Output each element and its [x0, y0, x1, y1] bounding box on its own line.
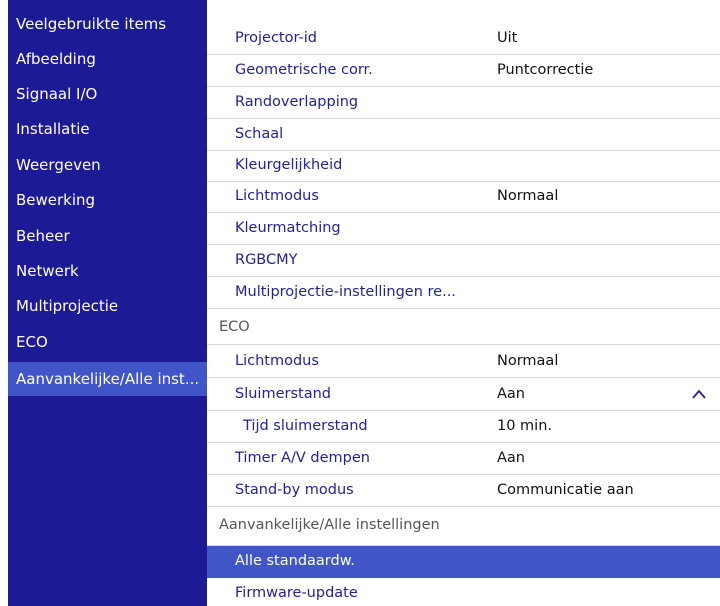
settings-panel: Projector-id Uit Geometrische corr. Punt…: [207, 0, 720, 606]
setting-value: Communicatie aan: [497, 482, 634, 498]
setting-row-tijd-sluimerstand[interactable]: Tijd sluimerstand 10 min.: [207, 411, 720, 443]
setting-value: Uit: [497, 30, 518, 46]
sidebar-item-signaal-io[interactable]: Signaal I/O: [8, 77, 207, 111]
setting-label: Kleurgelijkheid: [235, 157, 343, 173]
setting-value: Aan: [497, 386, 525, 402]
section-header-eco: ECO: [207, 309, 720, 345]
setting-row-projector-id[interactable]: Projector-id Uit: [207, 23, 720, 55]
setting-value: 10 min.: [497, 418, 553, 434]
section-label: ECO: [219, 319, 250, 335]
setting-row-rgbcmy[interactable]: RGBCMY: [207, 245, 720, 277]
setting-value: Normaal: [497, 353, 559, 369]
setting-label: Randoverlapping: [235, 94, 359, 110]
setting-label: Lichtmodus: [235, 353, 319, 369]
setting-row-geometrische-corr[interactable]: Geometrische corr. Puntcorrectie: [207, 55, 720, 87]
sidebar-item-eco[interactable]: ECO: [8, 325, 207, 359]
sidebar: Veelgebruikte items Afbeelding Signaal I…: [8, 0, 207, 606]
sidebar-item-multiprojectie[interactable]: Multiprojectie: [8, 289, 207, 323]
setting-label: Schaal: [235, 126, 284, 142]
setting-label: Sluimerstand: [235, 386, 331, 402]
sidebar-item-weergeven[interactable]: Weergeven: [8, 148, 207, 182]
sidebar-item-installatie[interactable]: Installatie: [8, 112, 207, 146]
setting-row-randoverlapping[interactable]: Randoverlapping: [207, 87, 720, 119]
setting-row-stand-by-modus[interactable]: Stand-by modus Communicatie aan: [207, 475, 720, 507]
sidebar-item-afbeelding[interactable]: Afbeelding: [8, 42, 207, 76]
sidebar-item-aanvankelijke-alle-inst[interactable]: Aanvankelijke/Alle inst...: [8, 362, 207, 396]
setting-label: Firmware-update: [235, 585, 358, 601]
chevron-up-icon[interactable]: [692, 388, 706, 400]
setting-row-eco-lichtmodus[interactable]: Lichtmodus Normaal: [207, 346, 720, 378]
setting-label: Geometrische corr.: [235, 62, 373, 78]
setting-row-alle-standaardw[interactable]: Alle standaardw.: [207, 546, 720, 578]
setting-label: Kleurmatching: [235, 220, 341, 236]
setting-label: RGBCMY: [235, 252, 298, 268]
setting-label: Alle standaardw.: [235, 553, 355, 569]
setting-value: Aan: [497, 450, 525, 466]
setting-row-kleurmatching[interactable]: Kleurmatching: [207, 213, 720, 245]
setting-value: Normaal: [497, 188, 559, 204]
section-label: Aanvankelijke/Alle instellingen: [219, 517, 440, 533]
sidebar-item-netwerk[interactable]: Netwerk: [8, 254, 207, 288]
setting-row-sluimerstand[interactable]: Sluimerstand Aan: [207, 379, 720, 411]
setting-label: Lichtmodus: [235, 188, 319, 204]
setting-label: Tijd sluimerstand: [243, 418, 368, 434]
setting-label: Timer A/V dempen: [235, 450, 370, 466]
setting-row-lichtmodus[interactable]: Lichtmodus Normaal: [207, 181, 720, 213]
setting-label: Projector-id: [235, 30, 317, 46]
setting-label: Stand-by modus: [235, 482, 354, 498]
setting-row-kleurgelijkheid[interactable]: Kleurgelijkheid: [207, 150, 720, 182]
sidebar-item-beheer[interactable]: Beheer: [8, 219, 207, 253]
setting-row-firmware-update[interactable]: Firmware-update: [207, 578, 720, 606]
sidebar-item-bewerking[interactable]: Bewerking: [8, 183, 207, 217]
section-header-aanvankelijke: Aanvankelijke/Alle instellingen: [207, 508, 720, 546]
setting-row-schaal[interactable]: Schaal: [207, 119, 720, 151]
sidebar-item-veelgebruikte-items[interactable]: Veelgebruikte items: [8, 7, 207, 41]
setting-label: Multiprojectie-instellingen re...: [235, 284, 456, 300]
setting-row-timer-av-dempen[interactable]: Timer A/V dempen Aan: [207, 443, 720, 475]
projector-menu: Veelgebruikte items Afbeelding Signaal I…: [8, 0, 720, 606]
setting-row-multiprojectie-instellingen[interactable]: Multiprojectie-instellingen re...: [207, 277, 720, 309]
setting-value: Puntcorrectie: [497, 62, 594, 78]
